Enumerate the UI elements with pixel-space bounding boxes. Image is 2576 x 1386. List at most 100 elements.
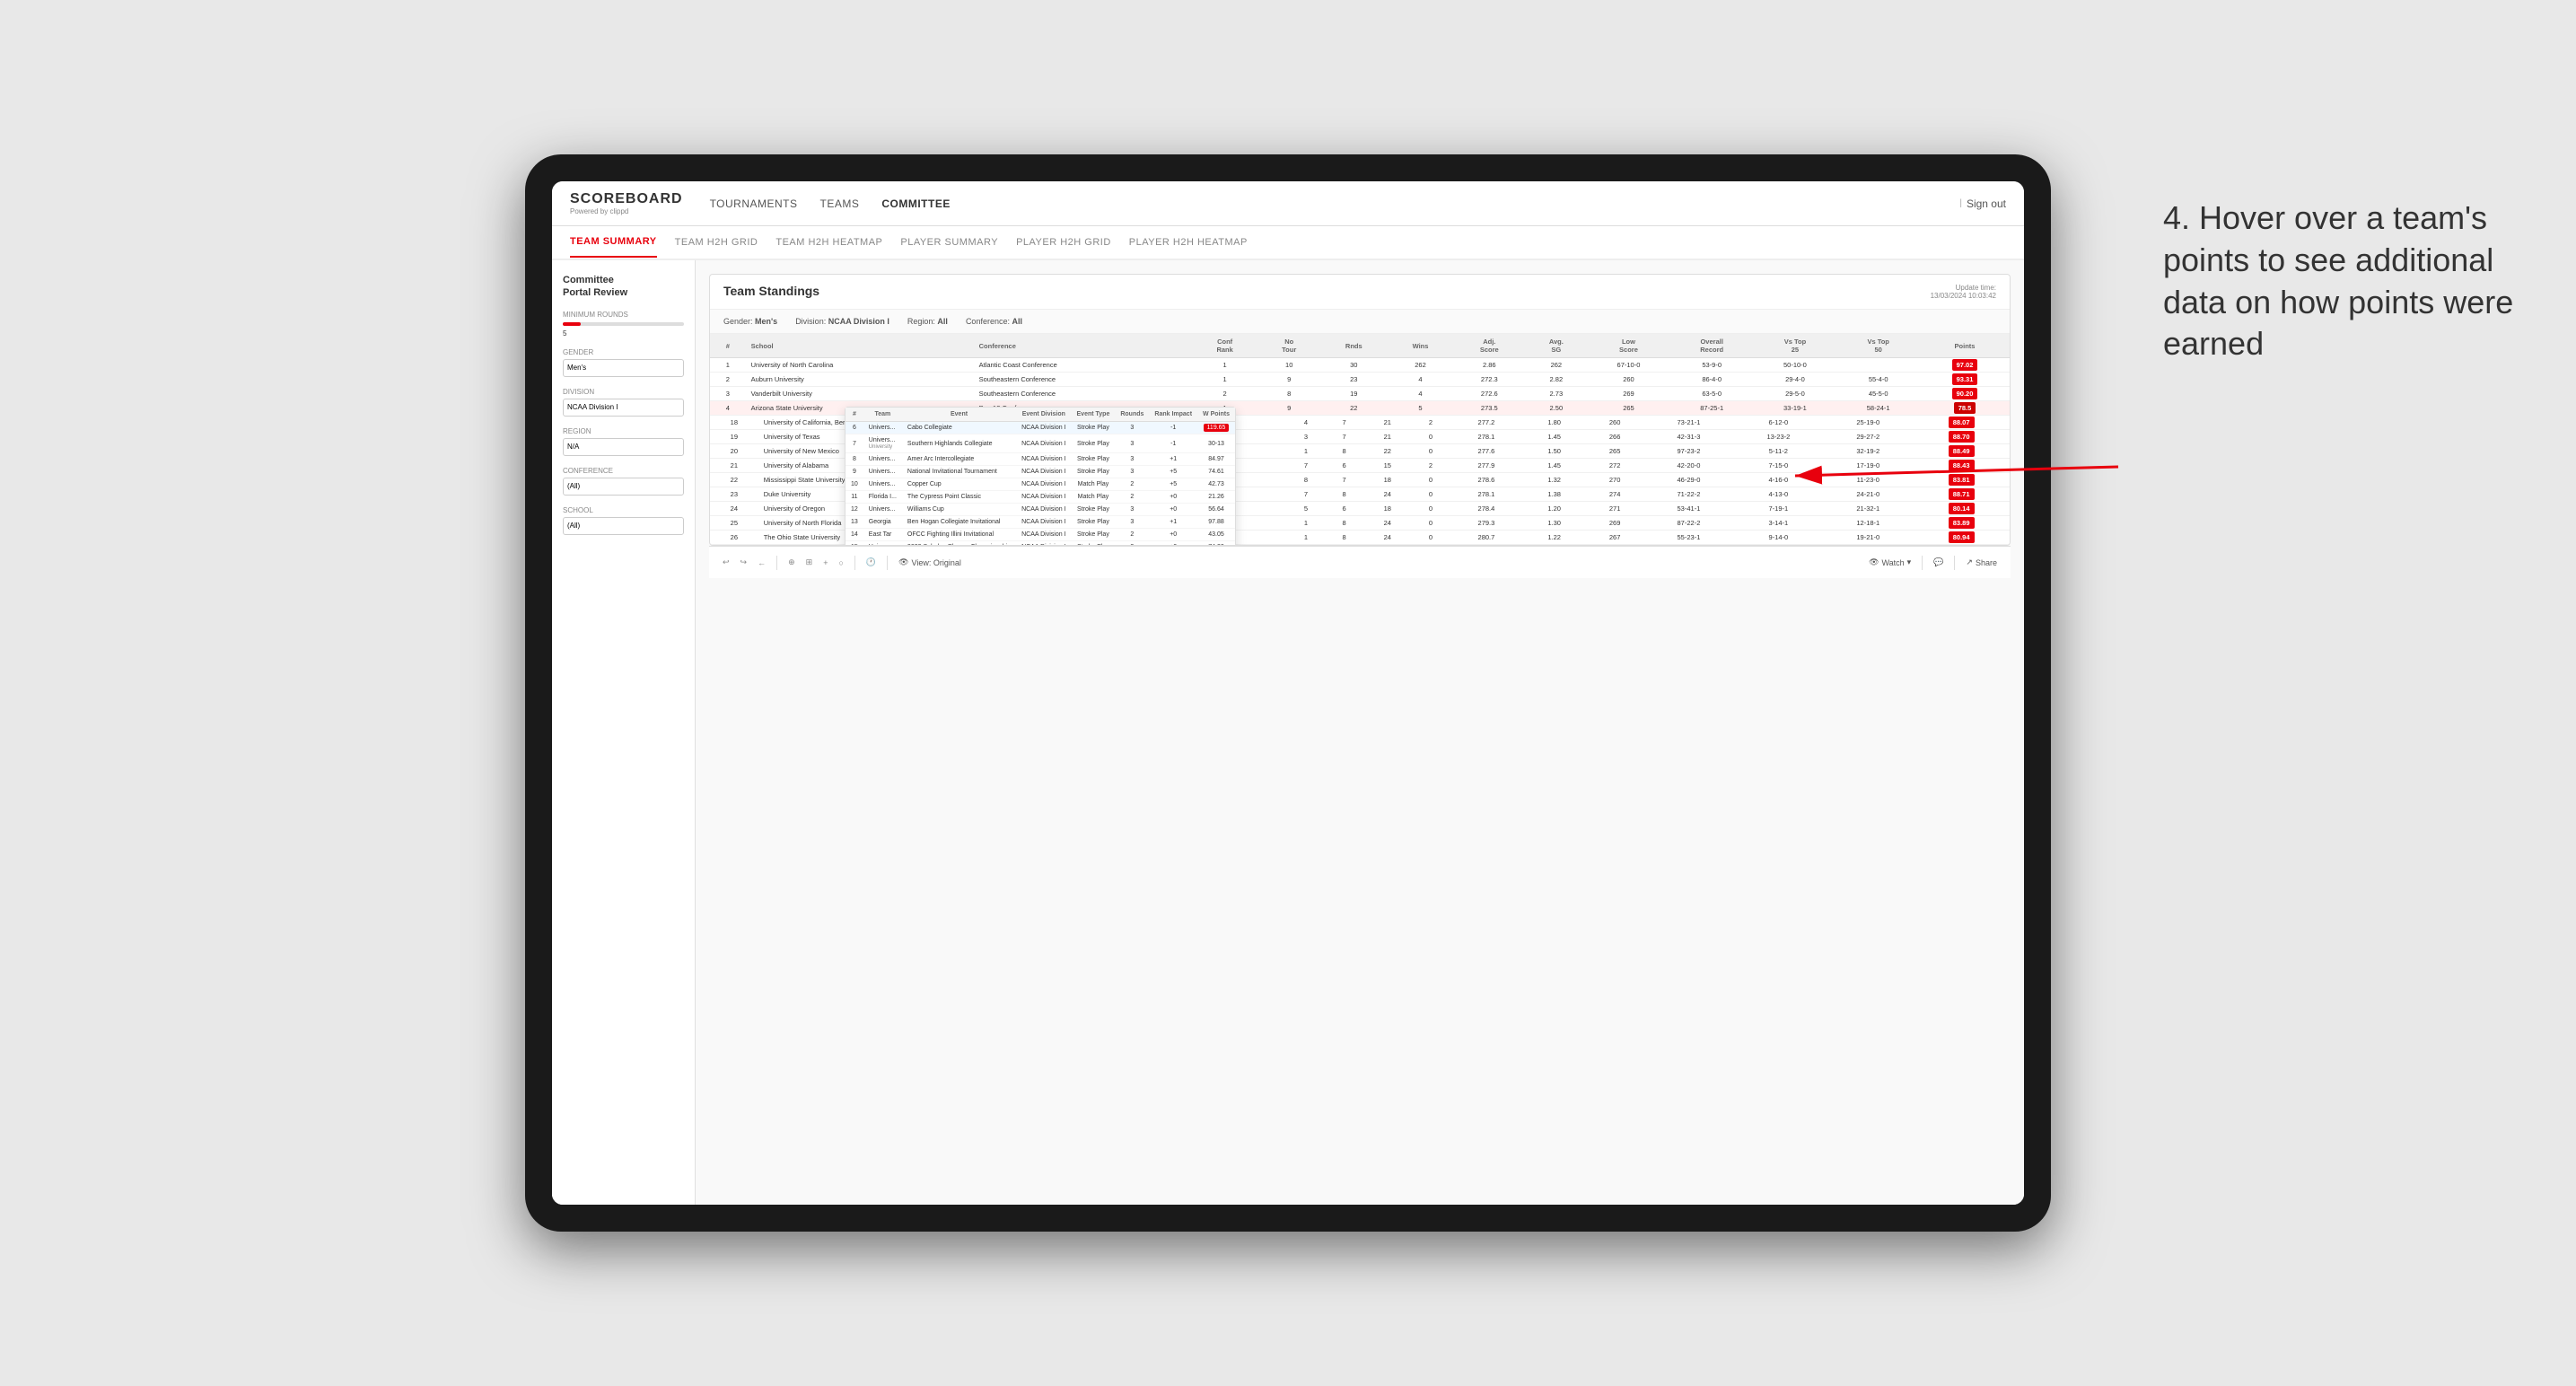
tooltip-cell-division: NCAA Division I	[1016, 466, 1071, 478]
cell-vs50: 25-19-0	[1823, 416, 1913, 430]
cell-low-score: 67-10-0	[1587, 358, 1670, 373]
tooltip-cell-rounds: 2	[1115, 478, 1149, 491]
tooltip-body: 6 Univers... Cabo Collegiate NCAA Divisi…	[846, 422, 1235, 547]
cell-rank: 26	[710, 531, 758, 545]
cell-adj-score: 277.6	[1450, 444, 1522, 459]
school-select[interactable]: (All)	[563, 517, 684, 535]
nav-teams[interactable]: TEAMS	[820, 193, 860, 215]
tooltip-cell-type: Stroke Play	[1072, 504, 1116, 516]
tooltip-cell-team: Univers...	[863, 466, 902, 478]
zoom-button[interactable]: ⊕	[788, 557, 795, 567]
watch-button[interactable]: 👁 Watch ▾	[1869, 556, 1911, 570]
grid-button[interactable]: ⊞	[806, 557, 813, 567]
filter-region: Region: All	[907, 317, 948, 326]
cell-avg-sg: 1.32	[1523, 473, 1586, 487]
cell-conf-rank: 5	[1287, 502, 1326, 516]
cell-low-score: 271	[1586, 502, 1644, 516]
cell-points[interactable]: 93.31	[1920, 373, 2010, 387]
cell-adj-score: 280.7	[1450, 531, 1522, 545]
cell-rnds: 30	[1320, 358, 1388, 373]
circle-button[interactable]: ○	[838, 558, 843, 567]
conference-select[interactable]: (All)	[563, 478, 684, 496]
tooltip-cell-num: 10	[846, 478, 863, 491]
cell-rank: 19	[710, 430, 758, 444]
cell-points[interactable]: 97.02	[1920, 358, 2010, 373]
subnav-team-h2h-heatmap[interactable]: TEAM H2H HEATMAP	[775, 228, 882, 257]
toolbar-sep-2	[854, 556, 855, 570]
cell-no-tour: 6	[1325, 459, 1363, 473]
region-select[interactable]: N/A	[563, 438, 684, 456]
cell-points[interactable]: 88.07	[1913, 416, 2010, 430]
cell-rank: 18	[710, 416, 758, 430]
cell-rnds: 21	[1363, 430, 1412, 444]
gender-select[interactable]: Men's	[563, 359, 684, 377]
slider-track[interactable]	[563, 322, 684, 326]
top-nav: SCOREBOARD Powered by clippd TOURNAMENTS…	[552, 181, 2024, 226]
tooltip-cell-rounds: 3	[1115, 504, 1149, 516]
subnav-team-summary[interactable]: TEAM SUMMARY	[570, 227, 657, 258]
cell-low-score: 272	[1586, 459, 1644, 473]
cell-rnds: 18	[1363, 502, 1412, 516]
cell-overall: 55-23-1	[1643, 531, 1733, 545]
cell-no-tour: 7	[1325, 416, 1363, 430]
subnav-player-h2h-grid[interactable]: PLAYER H2H GRID	[1016, 228, 1111, 257]
cell-no-tour: 10	[1258, 358, 1320, 373]
subnav-player-h2h-heatmap[interactable]: PLAYER H2H HEATMAP	[1129, 228, 1248, 257]
cell-no-tour: 8	[1258, 387, 1320, 401]
tooltip-cell-num: 12	[846, 504, 863, 516]
cell-rank: 24	[710, 502, 758, 516]
cell-adj-score: 277.9	[1450, 459, 1522, 473]
cell-conf-rank: 1	[1191, 358, 1257, 373]
cell-no-tour: 8	[1325, 531, 1363, 545]
cell-no-tour: 8	[1325, 487, 1363, 502]
undo-button[interactable]: ↩	[723, 557, 730, 567]
tooltip-col-event: Event	[902, 408, 1016, 422]
subnav-player-summary[interactable]: PLAYER SUMMARY	[900, 228, 998, 257]
slider-value: 5	[563, 329, 684, 338]
watch-icon: 👁	[1869, 557, 1879, 567]
back-button[interactable]: ←	[758, 558, 766, 567]
division-select[interactable]: NCAA Division I	[563, 399, 684, 417]
nav-committee[interactable]: COMMITTEE	[881, 193, 951, 215]
tooltip-table: # Team Event Event Division Event Type R…	[846, 408, 1235, 546]
cell-school: University of North Carolina	[746, 358, 974, 373]
tooltip-row: 7 Univers...University Southern Highland…	[846, 434, 1235, 453]
sign-out-button[interactable]: Sign out	[1967, 197, 2006, 210]
subnav-team-h2h-grid[interactable]: TEAM H2H GRID	[675, 228, 758, 257]
share-button[interactable]: ↗ Share	[1966, 556, 1997, 570]
tooltip-cell-event: OFCC Fighting Illini Invitational	[902, 529, 1016, 541]
sidebar-gender-label: Gender	[563, 348, 684, 356]
tooltip-cell-rounds: 2	[1115, 491, 1149, 504]
cell-points[interactable]: 78.5	[1920, 401, 2010, 416]
tooltip-cell-event: The Cypress Point Classic	[902, 491, 1016, 504]
cell-rank: 4	[710, 401, 746, 416]
tooltip-cell-rank: +5	[1149, 478, 1197, 491]
tooltip-cell-num: 6	[846, 422, 863, 434]
plus-button[interactable]: +	[823, 558, 828, 567]
cell-conference: Southeastern Conference	[974, 373, 1192, 387]
tooltip-col-num: #	[846, 408, 863, 422]
standings-table: # School Conference ConfRank NoTour Rnds…	[710, 334, 2010, 416]
cell-wins: 0	[1412, 444, 1450, 459]
tooltip-cell-team: East Tar	[863, 529, 902, 541]
cell-rank: 2	[710, 373, 746, 387]
cell-avg-sg: 1.45	[1523, 459, 1586, 473]
cell-rnds: 24	[1363, 487, 1412, 502]
redo-button[interactable]: ↪	[740, 557, 748, 567]
cell-points[interactable]: 80.94	[1913, 531, 2010, 545]
nav-tournaments[interactable]: TOURNAMENTS	[710, 193, 798, 215]
col-points: Points	[1920, 334, 2010, 358]
cell-overall: 63-5-0	[1670, 387, 1754, 401]
sidebar-conference-label: Conference	[563, 467, 684, 475]
tooltip-cell-points: 97.88	[1197, 516, 1235, 529]
tooltip-cell-num: 7	[846, 434, 863, 453]
cell-points[interactable]: 90.20	[1920, 387, 2010, 401]
cell-no-tour: 7	[1325, 473, 1363, 487]
cell-rank: 20	[710, 444, 758, 459]
hover-tooltip: # Team Event Event Division Event Type R…	[845, 407, 1236, 546]
cell-points[interactable]: 88.70	[1913, 430, 2010, 444]
cell-wins: 2	[1412, 459, 1450, 473]
sidebar-division-label: Division	[563, 388, 684, 396]
view-original-button[interactable]: 👁 View: Original	[898, 557, 961, 567]
comment-button[interactable]: 💬	[1933, 556, 1943, 570]
